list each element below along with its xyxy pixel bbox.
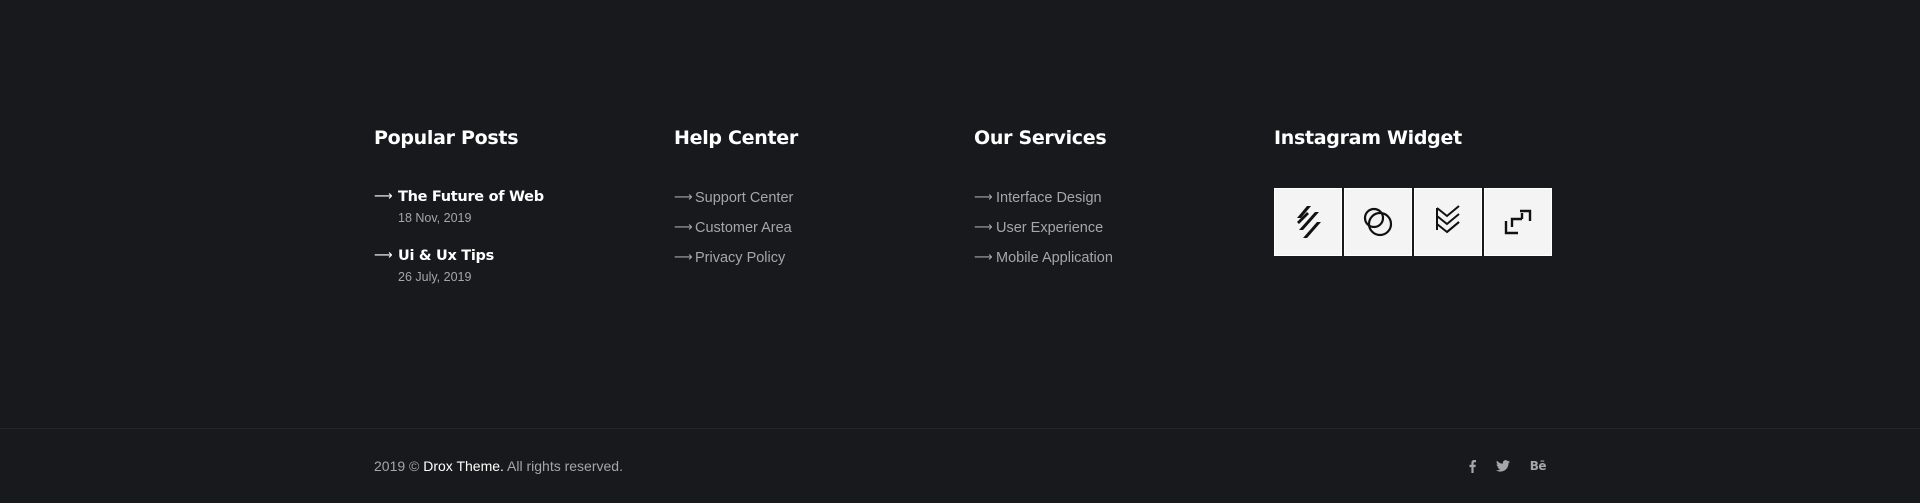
- arrow-right-icon: ⟶: [974, 190, 993, 205]
- our-services-links: ⟶ Interface Design ⟶ User Experience ⟶ M…: [974, 188, 1113, 278]
- brand-link[interactable]: Drox Theme.: [423, 458, 504, 474]
- interface-design-link[interactable]: Interface Design: [996, 190, 1102, 206]
- instagram-grid: [1274, 188, 1552, 256]
- post-date: 26 July, 2019: [398, 270, 472, 284]
- support-center-link[interactable]: Support Center: [695, 190, 793, 206]
- corner-brackets-logo-icon: [1504, 209, 1532, 235]
- help-center-title: Help Center: [674, 127, 798, 149]
- customer-area-link[interactable]: Customer Area: [695, 220, 792, 236]
- user-experience-link[interactable]: User Experience: [996, 220, 1103, 236]
- post-item: ⟶ The Future of Web 18 Nov, 2019: [374, 188, 544, 226]
- our-services-title: Our Services: [974, 127, 1107, 149]
- post-item: ⟶ Ui & Ux Tips 26 July, 2019: [374, 247, 544, 285]
- help-center-widget: Help Center ⟶ Support Center ⟶ Customer …: [674, 126, 798, 278]
- facebook-icon: [1469, 459, 1476, 473]
- instagram-tile[interactable]: [1484, 188, 1552, 256]
- stacked-chevrons-logo-icon: [1436, 205, 1460, 234]
- footer-widgets: Popular Posts ⟶ The Future of Web 18 Nov…: [0, 0, 1920, 428]
- list-item: ⟶ Customer Area: [674, 218, 798, 248]
- post-title-link[interactable]: Ui & Ux Tips: [398, 247, 544, 265]
- our-services-widget: Our Services ⟶ Interface Design ⟶ User E…: [974, 126, 1113, 278]
- arrow-right-icon: ⟶: [674, 190, 693, 205]
- post-date: 18 Nov, 2019: [398, 211, 472, 225]
- social-links: Bē: [1469, 459, 1547, 473]
- instagram-tile[interactable]: [1274, 188, 1342, 256]
- list-item: ⟶ Support Center: [674, 188, 798, 218]
- instagram-widget-title: Instagram Widget: [1274, 127, 1462, 149]
- help-center-links: ⟶ Support Center ⟶ Customer Area ⟶ Priva…: [674, 188, 798, 278]
- instagram-widget: Instagram Widget: [1274, 126, 1552, 256]
- instagram-tile[interactable]: [1344, 188, 1412, 256]
- mobile-application-link[interactable]: Mobile Application: [996, 250, 1113, 266]
- overlapping-circles-logo-icon: [1363, 207, 1393, 237]
- copyright-prefix: 2019 ©: [374, 458, 424, 474]
- twitter-icon: [1495, 460, 1510, 472]
- facebook-link[interactable]: [1469, 459, 1476, 473]
- twitter-link[interactable]: [1495, 460, 1510, 472]
- arrow-right-icon: ⟶: [674, 250, 693, 265]
- list-item: ⟶ Mobile Application: [974, 248, 1113, 278]
- arrow-right-icon: ⟶: [374, 189, 393, 204]
- slash-lines-logo-icon: [1297, 206, 1321, 238]
- arrow-right-icon: ⟶: [374, 248, 393, 263]
- arrow-right-icon: ⟶: [974, 250, 993, 265]
- arrow-right-icon: ⟶: [674, 220, 693, 235]
- instagram-tile[interactable]: [1414, 188, 1482, 256]
- behance-icon: Bē: [1529, 459, 1547, 473]
- privacy-policy-link[interactable]: Privacy Policy: [695, 250, 785, 266]
- copyright-text: 2019 © Drox Theme. All rights reserved.: [374, 457, 623, 475]
- list-item: ⟶ User Experience: [974, 218, 1113, 248]
- arrow-right-icon: ⟶: [974, 220, 993, 235]
- list-item: ⟶ Interface Design: [974, 188, 1113, 218]
- behance-link[interactable]: Bē: [1529, 459, 1547, 473]
- copyright-suffix: All rights reserved.: [503, 458, 623, 474]
- site-footer: Popular Posts ⟶ The Future of Web 18 Nov…: [0, 0, 1920, 503]
- popular-posts-widget: Popular Posts ⟶ The Future of Web 18 Nov…: [374, 126, 544, 285]
- post-title-link[interactable]: The Future of Web: [398, 188, 544, 206]
- footer-bottom-bar: 2019 © Drox Theme. All rights reserved. …: [0, 429, 1920, 503]
- list-item: ⟶ Privacy Policy: [674, 248, 798, 278]
- popular-posts-title: Popular Posts: [374, 127, 519, 149]
